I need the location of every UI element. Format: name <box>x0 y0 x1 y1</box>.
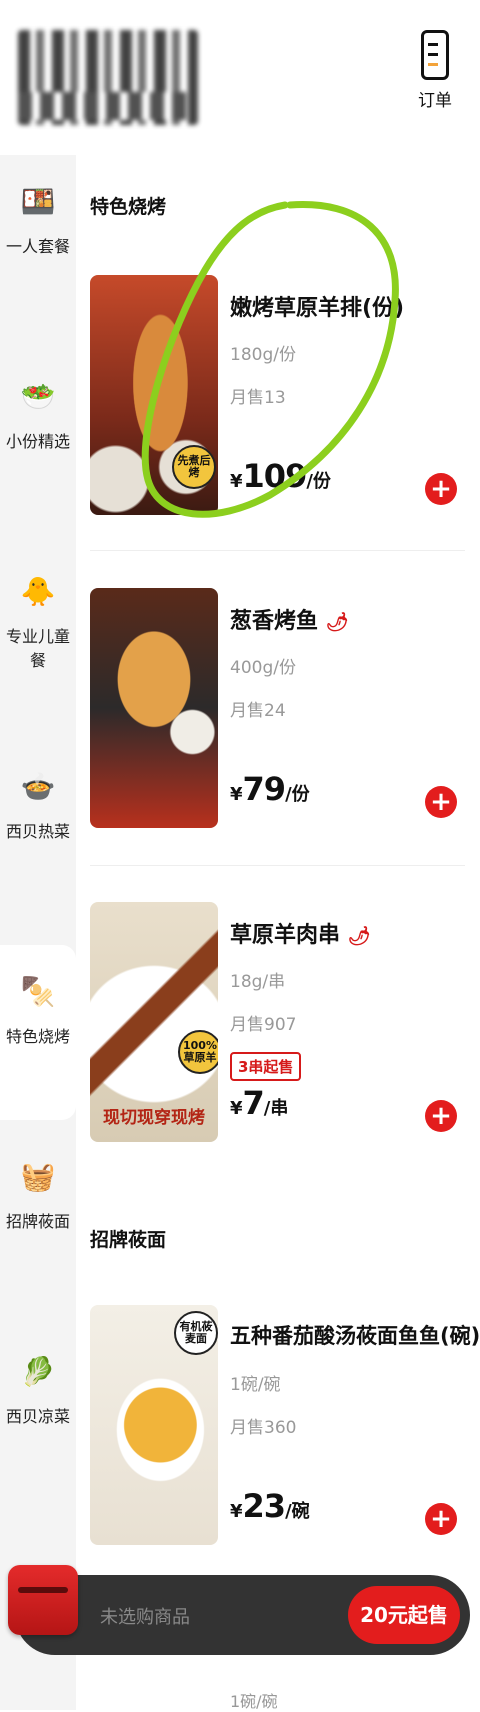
product-image: 有机莜麦面 <box>90 1305 218 1545</box>
sidebar-item-kids-meal[interactable]: 🐥 专业儿童餐 <box>0 545 76 725</box>
section-title-bbq: 特色烧烤 <box>90 196 167 218</box>
section-title-noodles: 招牌莜面 <box>90 1229 167 1251</box>
product-price: ¥109/份 <box>230 457 331 495</box>
sidebar-item-signature-noodles[interactable]: 🧺 招牌莜面 <box>0 1130 76 1310</box>
sidebar-item-label: 专业儿童餐 <box>5 627 70 670</box>
checkout-button[interactable]: 20元起售 <box>348 1586 460 1644</box>
kids-meal-icon: 🐥 <box>20 574 56 608</box>
steamer-icon: 🧺 <box>20 1159 56 1193</box>
add-to-cart-button[interactable]: + <box>425 1100 457 1132</box>
header: 订单 <box>0 0 480 155</box>
small-plate-icon: 🥗 <box>20 379 56 413</box>
product-card[interactable]: 先煮后烤 嫩烤草原羊排(份) 180g/份 月售13 ¥109/份 + <box>90 275 465 575</box>
product-spec: 18g/串 <box>230 972 286 992</box>
sidebar-item-label: 小份精选 <box>5 432 70 451</box>
chili-icon: 🌶 <box>347 926 371 947</box>
cart-bar[interactable]: 未选购商品 20元起售 <box>15 1575 470 1655</box>
store-name-redacted <box>18 30 198 125</box>
product-name: 嫩烤草原羊排(份) <box>230 296 405 321</box>
sidebar-item-small-portions[interactable]: 🥗 小份精选 <box>0 350 76 530</box>
product-monthly-sales: 月售24 <box>230 701 286 721</box>
next-product-spec: 1碗/碗 <box>230 1692 278 1711</box>
divider <box>90 865 465 866</box>
product-badge: 有机莜麦面 <box>174 1311 218 1355</box>
product-spec: 180g/份 <box>230 345 296 365</box>
category-sidebar: 🍱 一人套餐 🥗 小份精选 🐥 专业儿童餐 🍲 西贝热菜 🍢 特色烧烤 🧺 招牌… <box>0 155 76 1710</box>
product-image: 先煮后烤 <box>90 275 218 515</box>
product-name: 葱香烤鱼 🌶 <box>230 609 349 634</box>
product-image: 100%草原羊 现切现穿现烤 <box>90 902 218 1142</box>
product-price: ¥23/碗 <box>230 1487 310 1525</box>
product-name: 草原羊肉串 🌶 <box>230 923 371 948</box>
product-card[interactable]: 葱香烤鱼 🌶 400g/份 月售24 ¥79/份 + <box>90 588 465 888</box>
min-purchase-tag: 3串起售 <box>230 1052 302 1081</box>
cold-dish-icon: 🥬 <box>20 1354 56 1388</box>
sidebar-item-label: 西贝热菜 <box>5 822 70 841</box>
chili-icon: 🌶 <box>325 612 349 633</box>
hot-dish-icon: 🍲 <box>20 769 56 803</box>
sidebar-item-cold-dishes[interactable]: 🥬 西贝凉菜 <box>0 1325 76 1505</box>
sidebar-item-single-set[interactable]: 🍱 一人套餐 <box>0 155 76 335</box>
product-monthly-sales: 月售13 <box>230 388 286 408</box>
product-monthly-sales: 月售360 <box>230 1418 297 1438</box>
add-to-cart-button[interactable]: + <box>425 786 457 818</box>
orders-button[interactable]: 订单 <box>410 30 460 111</box>
product-price: ¥79/份 <box>230 770 310 808</box>
shopping-bag-icon[interactable] <box>8 1565 78 1635</box>
meal-set-icon: 🍱 <box>20 184 56 218</box>
product-card[interactable]: 100%草原羊 现切现穿现烤 草原羊肉串 🌶 18g/串 月售907 3串起售 … <box>90 902 465 1202</box>
add-to-cart-button[interactable]: + <box>425 473 457 505</box>
orders-label: 订单 <box>418 91 452 111</box>
product-badge: 100%草原羊 <box>178 1030 218 1074</box>
sidebar-item-bbq[interactable]: 🍢 特色烧烤 <box>0 945 76 1120</box>
sidebar-item-label: 招牌莜面 <box>5 1212 70 1231</box>
cart-status: 未选购商品 <box>100 1607 190 1628</box>
sidebar-item-label: 西贝凉菜 <box>5 1407 70 1426</box>
sidebar-item-label: 特色烧烤 <box>5 1027 70 1046</box>
product-image <box>90 588 218 828</box>
product-spec: 1碗/碗 <box>230 1375 281 1395</box>
product-name: 五种番茄酸汤莜面鱼鱼(碗) <box>230 1324 480 1348</box>
product-card[interactable]: 有机莜麦面 五种番茄酸汤莜面鱼鱼(碗) 1碗/碗 月售360 ¥23/碗 + <box>90 1305 480 1605</box>
sidebar-item-label: 一人套餐 <box>5 237 70 256</box>
product-badge: 先煮后烤 <box>172 445 216 489</box>
order-list-icon <box>421 30 449 80</box>
product-image-caption: 现切现穿现烤 <box>103 1108 205 1128</box>
skewer-icon: 🍢 <box>20 974 56 1008</box>
product-spec: 400g/份 <box>230 658 296 678</box>
product-price: ¥7/串 <box>230 1084 289 1122</box>
divider <box>90 550 465 551</box>
product-monthly-sales: 月售907 <box>230 1015 297 1035</box>
sidebar-item-hot-dishes[interactable]: 🍲 西贝热菜 <box>0 740 76 920</box>
add-to-cart-button[interactable]: + <box>425 1503 457 1535</box>
